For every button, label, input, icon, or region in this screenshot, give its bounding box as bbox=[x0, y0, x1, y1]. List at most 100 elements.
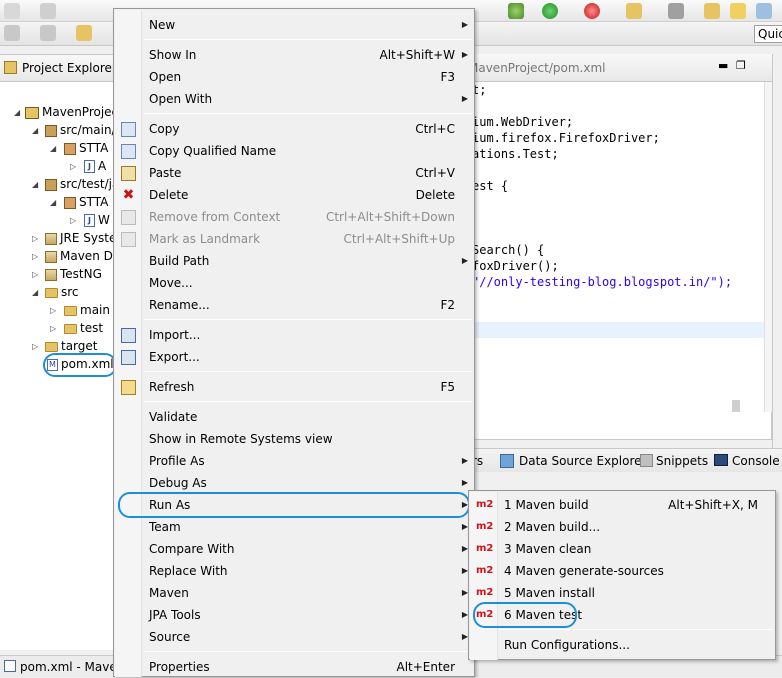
collapse-icon[interactable]: ▷ bbox=[32, 234, 38, 243]
tree-item-test[interactable]: test bbox=[64, 319, 103, 337]
menu-item-label: Refresh bbox=[149, 380, 195, 394]
menu-item-delete[interactable]: ✖ Delete Delete bbox=[115, 184, 475, 206]
tree-item-java-file[interactable]: JW bbox=[84, 211, 110, 229]
tree-item-project[interactable]: MavenProject bbox=[25, 103, 123, 121]
library-icon bbox=[45, 268, 57, 281]
maximize-icon[interactable]: ❐ bbox=[736, 59, 746, 72]
new-class-icon[interactable] bbox=[626, 3, 642, 19]
editor-tab[interactable]: MavenProject/pom.xml ▬ ❐ bbox=[460, 54, 772, 82]
menu-item-copy[interactable]: Copy Ctrl+C bbox=[115, 118, 475, 140]
submenu-item-label: 1 Maven build bbox=[504, 498, 589, 512]
tree-item-package[interactable]: STTA bbox=[64, 193, 108, 211]
menu-item-remove-from-context[interactable]: Remove from Context Ctrl+Alt+Shift+Down bbox=[115, 206, 475, 228]
menu-item-label: Copy bbox=[149, 122, 180, 136]
menu-item-import[interactable]: Import... bbox=[115, 324, 475, 346]
tab-snippets[interactable]: Snippets bbox=[656, 454, 708, 468]
submenu-item-1-maven-build[interactable]: m2 1 Maven build Alt+Shift+X, M bbox=[470, 494, 776, 516]
edit-icon[interactable] bbox=[730, 3, 746, 19]
collapse-icon[interactable]: ▷ bbox=[32, 252, 38, 261]
menu-item-source[interactable]: Source ▶ bbox=[115, 626, 475, 648]
tree-item-package[interactable]: STTA bbox=[64, 139, 108, 157]
nav-back-icon[interactable] bbox=[4, 25, 20, 41]
menu-item-open[interactable]: Open F3 bbox=[115, 66, 475, 88]
search-icon[interactable] bbox=[668, 3, 684, 19]
collapse-icon[interactable]: ▷ bbox=[70, 162, 76, 171]
menu-item-properties[interactable]: Properties Alt+Enter bbox=[115, 656, 475, 678]
expand-icon[interactable]: ◢ bbox=[32, 180, 38, 189]
expand-icon[interactable]: ◢ bbox=[50, 198, 56, 207]
menu-item-label: Remove from Context bbox=[149, 210, 281, 224]
menu-item-build-path[interactable]: Build Path ▶ bbox=[115, 250, 475, 272]
run-icon[interactable] bbox=[542, 3, 558, 19]
tree-item-main[interactable]: main bbox=[64, 301, 110, 319]
menu-item-refresh[interactable]: Refresh F5 bbox=[115, 376, 475, 398]
menu-item-show-in[interactable]: Show In Alt+Shift+W ▶ bbox=[115, 44, 475, 66]
expand-icon[interactable]: ◢ bbox=[32, 126, 38, 135]
collapse-icon[interactable]: ▷ bbox=[32, 342, 38, 351]
menu-item-debug-as[interactable]: Debug As ▶ bbox=[115, 472, 475, 494]
new-icon[interactable] bbox=[4, 3, 20, 19]
submenu-arrow-icon: ▶ bbox=[461, 456, 468, 465]
submenu-item-3-maven-clean[interactable]: m2 3 Maven clean bbox=[470, 538, 776, 560]
console-icon bbox=[714, 454, 728, 466]
tree-label: target bbox=[61, 339, 98, 353]
submenu-item-2-maven-build[interactable]: m2 2 Maven build... bbox=[470, 516, 776, 538]
tab-console[interactable]: Console bbox=[732, 454, 780, 468]
minimize-icon[interactable]: ▬ bbox=[718, 59, 728, 72]
collapse-icon[interactable]: ▷ bbox=[32, 270, 38, 279]
menu-item-move[interactable]: Move... bbox=[115, 272, 475, 294]
menu-separator bbox=[144, 371, 472, 372]
open-type-icon[interactable] bbox=[704, 3, 720, 19]
menu-item-replace-with[interactable]: Replace With ▶ bbox=[115, 560, 475, 582]
project-explorer-tab[interactable]: Project Explorer bbox=[0, 54, 120, 82]
code-line: foxDriver(); bbox=[472, 259, 559, 273]
menu-item-profile-as[interactable]: Profile As ▶ bbox=[115, 450, 475, 472]
menu-item-rename[interactable]: Rename... F2 bbox=[115, 294, 475, 316]
snippets-icon bbox=[640, 454, 653, 467]
expand-icon[interactable]: ◢ bbox=[14, 108, 20, 117]
menu-item-label: Move... bbox=[149, 276, 193, 290]
save-icon[interactable] bbox=[40, 3, 56, 19]
menu-item-jpa-tools[interactable]: JPA Tools ▶ bbox=[115, 604, 475, 626]
menu-item-compare-with[interactable]: Compare With ▶ bbox=[115, 538, 475, 560]
menu-item-validate[interactable]: Validate bbox=[115, 406, 475, 428]
scroll-thumb[interactable] bbox=[732, 400, 740, 412]
tree-item-java-file[interactable]: JA bbox=[84, 157, 106, 175]
nav-fwd-icon[interactable] bbox=[40, 25, 56, 41]
source-folder-icon bbox=[45, 124, 57, 137]
tree-item-testng[interactable]: TestNG bbox=[45, 265, 102, 283]
menu-item-paste[interactable]: Paste Ctrl+V bbox=[115, 162, 475, 184]
menu-item-open-with[interactable]: Open With ▶ bbox=[115, 88, 475, 110]
maven-m2-icon: m2 bbox=[476, 499, 494, 510]
import-icon bbox=[121, 328, 136, 343]
tab-data-source-explorer[interactable]: Data Source Explorer bbox=[519, 454, 646, 468]
menu-item-export[interactable]: Export... bbox=[115, 346, 475, 368]
menu-item-new[interactable]: New ▶ bbox=[115, 14, 475, 36]
prev-edit-icon[interactable] bbox=[76, 25, 92, 41]
expand-icon[interactable]: ◢ bbox=[50, 144, 56, 153]
submenu-item-4-maven-generate-sources[interactable]: m2 4 Maven generate-sources bbox=[470, 560, 776, 582]
submenu-item-label: Run Configurations... bbox=[504, 638, 630, 652]
menu-item-maven[interactable]: Maven ▶ bbox=[115, 582, 475, 604]
maven-m2-icon: m2 bbox=[476, 521, 494, 532]
menu-item-team[interactable]: Team ▶ bbox=[115, 516, 475, 538]
menu-separator bbox=[144, 401, 472, 402]
nav-icon[interactable] bbox=[756, 3, 772, 19]
menu-item-mark-as-landmark[interactable]: Mark as Landmark Ctrl+Alt+Shift+Up bbox=[115, 228, 475, 250]
collapse-icon[interactable]: ▷ bbox=[50, 306, 56, 315]
copy-qualified-icon bbox=[121, 144, 136, 159]
menu-item-copy-qualified-name[interactable]: Copy Qualified Name bbox=[115, 140, 475, 162]
external-tools-icon[interactable] bbox=[584, 3, 600, 19]
tree-item-src[interactable]: src bbox=[45, 283, 79, 301]
delete-icon: ✖ bbox=[122, 187, 135, 203]
menu-item-shortcut: Delete bbox=[415, 188, 455, 202]
submenu-item-5-maven-install[interactable]: m2 5 Maven install bbox=[470, 582, 776, 604]
collapse-icon[interactable]: ▷ bbox=[70, 216, 76, 225]
debug-icon[interactable] bbox=[508, 3, 524, 19]
collapse-icon[interactable]: ▷ bbox=[50, 324, 56, 333]
editor-scrollbar[interactable] bbox=[764, 82, 772, 412]
menu-item-show-in-remote-systems-view[interactable]: Show in Remote Systems view bbox=[115, 428, 475, 450]
expand-icon[interactable]: ◢ bbox=[32, 288, 38, 297]
quick-access-input[interactable]: Quic bbox=[754, 25, 782, 43]
submenu-item-run-configurations[interactable]: Run Configurations... bbox=[470, 634, 776, 656]
